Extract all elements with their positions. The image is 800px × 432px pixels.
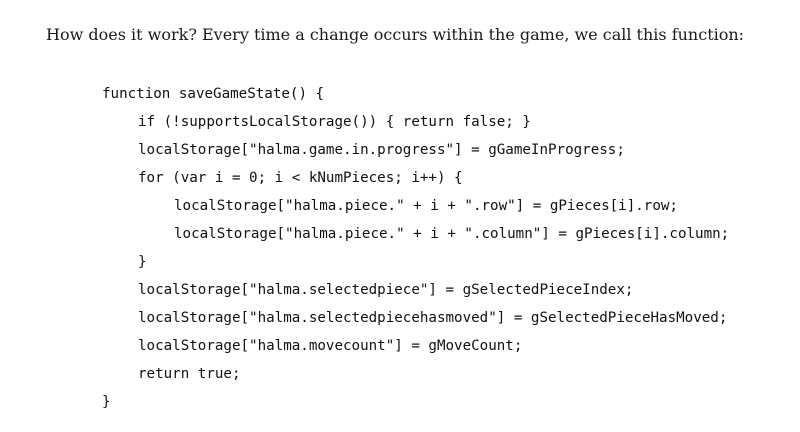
code-line: if (!supportsLocalStorage()) { return fa… <box>138 114 531 130</box>
code-line: function saveGameState() { <box>102 86 325 102</box>
code-line: } <box>102 394 111 410</box>
code-line: localStorage["halma.piece." + i + ".row"… <box>174 198 678 214</box>
code-line: localStorage["halma.game.in.progress"] =… <box>138 142 625 158</box>
code-line: localStorage["halma.movecount"] = gMoveC… <box>138 338 523 354</box>
code-line: localStorage["halma.selectedpiece"] = gS… <box>138 282 634 298</box>
code-block: function saveGameState() { if (!supports… <box>102 80 729 416</box>
code-line: } <box>138 254 147 270</box>
intro-paragraph: How does it work? Every time a change oc… <box>46 25 745 44</box>
code-line: localStorage["halma.selectedpiecehasmove… <box>138 310 728 326</box>
code-line: return true; <box>138 366 241 382</box>
code-line: for (var i = 0; i < kNumPieces; i++) { <box>138 170 463 186</box>
code-line: localStorage["halma.piece." + i + ".colu… <box>174 226 730 242</box>
